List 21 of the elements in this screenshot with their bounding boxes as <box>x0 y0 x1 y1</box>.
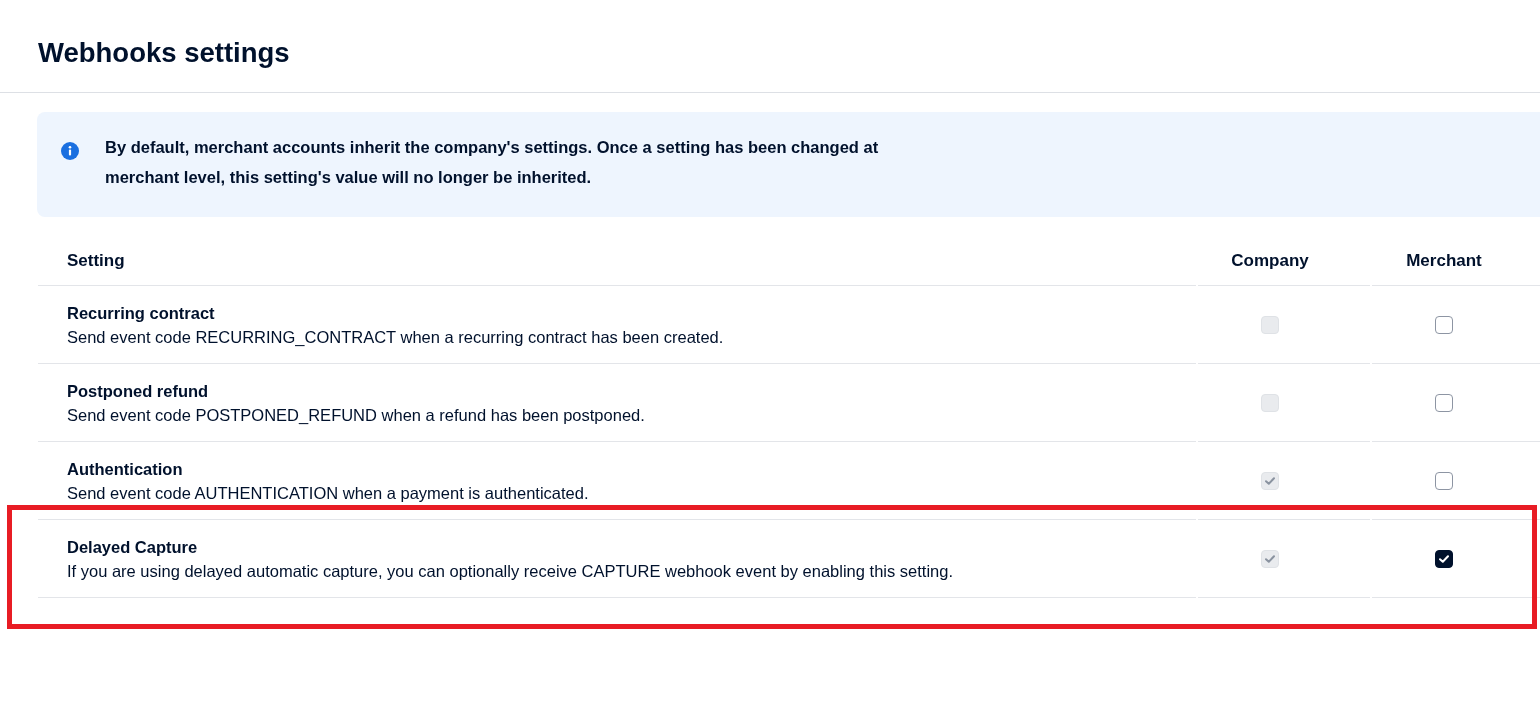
setting-description: Send event code AUTHENTICATION when a payment is authenticated. <box>67 483 589 504</box>
info-message: By default, merchant accounts inherit the company's settings. Once a setting has been changed at merchant level, this setting's value will no longer be inherited. <box>105 137 880 188</box>
check-icon <box>1265 554 1275 563</box>
checkbox[interactable] <box>1435 549 1453 568</box>
checkbox[interactable] <box>1435 315 1453 334</box>
setting-description: If you are using delayed automatic capture, you can optionally receive CAPTURE webhook event by enabling this setting. <box>67 561 953 582</box>
setting-name: Delayed Capture <box>67 537 198 558</box>
setting-description: Send event code RECURRING_CONTRACT when a recurring contract has been created. <box>67 327 724 348</box>
setting-description: Send event code POSTPONED_REFUND when a refund has been postponed. <box>67 405 645 426</box>
check-icon <box>1439 554 1449 563</box>
page-title: Webhooks settings <box>38 36 290 70</box>
column-header: Company <box>1231 249 1309 272</box>
column-header: Merchant <box>1406 249 1482 272</box>
column-header: Setting <box>67 251 125 270</box>
setting-name: Authentication <box>67 459 183 480</box>
checkbox[interactable] <box>1435 471 1453 490</box>
setting-name: Recurring contract <box>67 303 215 324</box>
setting-name: Postponed refund <box>67 381 209 402</box>
check-icon <box>1265 476 1275 485</box>
info-icon <box>61 142 79 160</box>
checkbox[interactable] <box>1435 393 1453 412</box>
